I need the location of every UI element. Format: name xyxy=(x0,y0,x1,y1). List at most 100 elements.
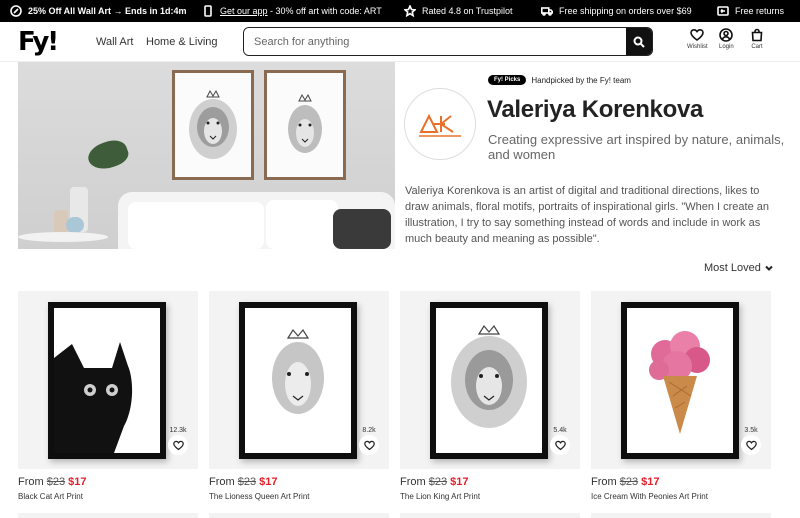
phone-icon xyxy=(204,5,212,17)
heart-icon xyxy=(363,440,375,450)
get-app-link[interactable]: Get our app xyxy=(220,6,268,16)
old-price: $23 xyxy=(428,476,448,488)
user-icon xyxy=(719,28,734,42)
product-price: From $23 $17 xyxy=(400,476,580,488)
artist-name: Valeriya Korenkova xyxy=(487,96,704,123)
favorite-count: 5.4k xyxy=(553,427,567,434)
product-card[interactable]: 5.4k From $23 $17 The Lion King Art Prin… xyxy=(400,291,580,501)
price-from: From xyxy=(400,476,429,488)
next-row-card xyxy=(591,513,771,518)
chevron-down-icon xyxy=(765,265,773,271)
product-image[interactable]: 8.2k xyxy=(209,291,389,469)
login-label: Login xyxy=(719,44,734,50)
heart-icon xyxy=(554,440,566,450)
login-button[interactable]: Login xyxy=(719,28,734,50)
print-frame xyxy=(621,302,739,459)
old-price: $23 xyxy=(46,476,66,488)
lioness-illustration xyxy=(272,328,324,414)
favorite-count: 8.2k xyxy=(362,427,376,434)
sale-price: $17 xyxy=(259,476,278,488)
wishlist-button[interactable]: Wishlist xyxy=(687,28,708,50)
site-header: Fy! Wall Art Home & Living Wishlist Logi… xyxy=(0,22,800,62)
artist-bio: Valeriya Korenkova is an artist of digit… xyxy=(405,185,769,245)
fy-picks-pill: Fy! Picks xyxy=(488,75,527,85)
returns-text: Free returns xyxy=(735,6,785,16)
artist-avatar xyxy=(404,88,476,160)
nav-home-living[interactable]: Home & Living xyxy=(146,36,218,48)
promo-sale[interactable]: 25% Off All Wall Art → Ends in 1d:4m xyxy=(10,0,187,22)
sale-price: $17 xyxy=(450,476,469,488)
promo-sale-text: 25% Off All Wall Art → Ends in 1d:4m xyxy=(28,6,187,16)
product-price: From $23 $17 xyxy=(18,476,198,488)
promo-trustpilot[interactable]: Rated 4.8 on Trustpilot xyxy=(404,0,513,22)
heart-icon xyxy=(745,440,757,450)
favorite-count: 3.5k xyxy=(744,427,758,434)
old-price: $23 xyxy=(619,476,639,488)
favorite-button[interactable]: 12.3k xyxy=(167,427,189,455)
search-button[interactable] xyxy=(626,28,652,55)
product-name[interactable]: Black Cat Art Print xyxy=(18,492,198,501)
percent-badge-icon xyxy=(10,5,22,17)
cart-label: Cart xyxy=(751,44,763,50)
promo-bar: 25% Off All Wall Art → Ends in 1d:4m Get… xyxy=(0,0,800,22)
promo-returns[interactable]: Free returns xyxy=(717,0,784,22)
next-row-card xyxy=(209,513,389,518)
black-cat-illustration xyxy=(54,342,133,453)
plant-leaf xyxy=(84,135,132,175)
product-name[interactable]: The Lion King Art Print xyxy=(400,492,580,501)
price-from: From xyxy=(591,476,620,488)
product-card[interactable]: 12.3k From $23 $17 Black Cat Art Print xyxy=(18,291,198,501)
hero-image xyxy=(18,62,395,249)
cart-button[interactable]: Cart xyxy=(750,28,764,50)
nav-wall-art[interactable]: Wall Art xyxy=(96,36,134,48)
shipping-text: Free shipping on orders over $69 xyxy=(559,6,692,16)
search-icon xyxy=(633,36,645,48)
cushion xyxy=(128,202,264,249)
fy-picks-badge: Fy! Picks Handpicked by the Fy! team xyxy=(488,75,631,85)
product-price: From $23 $17 xyxy=(209,476,389,488)
fy-logo[interactable]: Fy! xyxy=(18,29,59,55)
trustpilot-text: Rated 4.8 on Trustpilot xyxy=(422,6,513,16)
promo-app[interactable]: Get our app - 30% off art with code: ART xyxy=(202,0,382,22)
promo-shipping[interactable]: Free shipping on orders over $69 xyxy=(541,0,692,22)
old-price: $23 xyxy=(237,476,257,488)
sale-price: $17 xyxy=(68,476,87,488)
search-bar xyxy=(243,27,653,56)
product-card[interactable]: 8.2k From $23 $17 The Lioness Queen Art … xyxy=(209,291,389,501)
print-frame xyxy=(430,302,548,459)
lioness-illustration xyxy=(288,93,322,153)
sort-label: Most Loved xyxy=(704,262,761,274)
next-row-card xyxy=(400,513,580,518)
favorite-button[interactable]: 3.5k xyxy=(740,427,762,455)
artist-tagline: Creating expressive art inspired by natu… xyxy=(488,132,785,162)
fy-picks-text: Handpicked by the Fy! team xyxy=(531,75,631,85)
favorite-button[interactable]: 5.4k xyxy=(549,427,571,455)
product-name[interactable]: Ice Cream With Peonies Art Print xyxy=(591,492,771,501)
heart-icon xyxy=(172,440,184,450)
price-from: From xyxy=(18,476,47,488)
cushion-dark xyxy=(333,209,391,249)
lion-illustration xyxy=(189,89,237,159)
product-image[interactable]: 3.5k xyxy=(591,291,771,469)
sale-price: $17 xyxy=(641,476,660,488)
product-image[interactable]: 12.3k xyxy=(18,291,198,469)
lion-illustration xyxy=(451,324,527,428)
next-row-card xyxy=(18,513,198,518)
hero-frame-lion xyxy=(172,70,254,180)
side-table xyxy=(18,232,108,242)
product-image[interactable]: 5.4k xyxy=(400,291,580,469)
return-icon xyxy=(717,6,729,16)
product-card[interactable]: 3.5k From $23 $17 Ice Cream With Peonies… xyxy=(591,291,771,501)
favorite-count: 12.3k xyxy=(169,427,187,434)
truck-icon xyxy=(541,7,553,16)
heart-icon xyxy=(690,28,705,41)
product-name[interactable]: The Lioness Queen Art Print xyxy=(209,492,389,501)
search-input[interactable] xyxy=(244,28,626,55)
hero-frame-lioness xyxy=(264,70,346,180)
app-offer-text: - 30% off art with code: ART xyxy=(267,6,382,16)
artist-logo-icon xyxy=(419,113,461,137)
sort-dropdown[interactable]: Most Loved xyxy=(704,262,773,274)
favorite-button[interactable]: 8.2k xyxy=(358,427,380,455)
bag-icon xyxy=(751,28,763,42)
cushion xyxy=(266,200,338,249)
